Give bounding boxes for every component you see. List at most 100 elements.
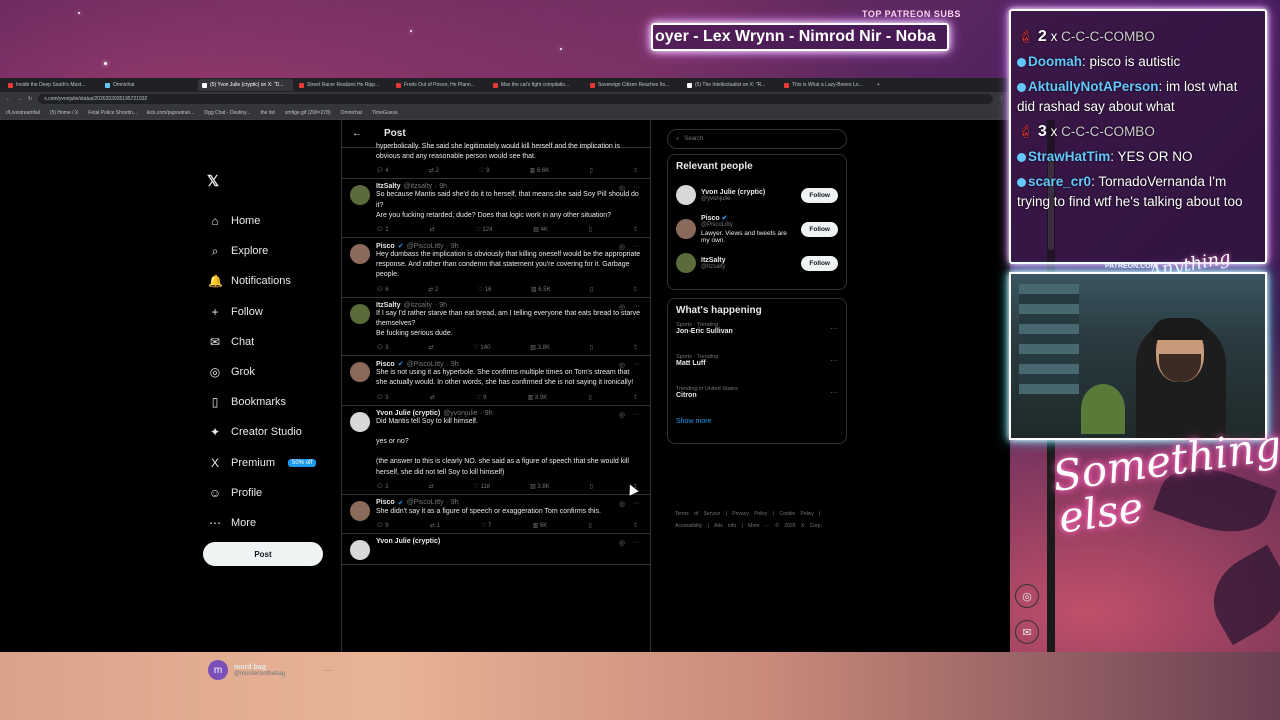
bookmark-item[interactable]: Dgg Chat - Destiny... bbox=[204, 110, 250, 116]
follow-button[interactable]: Follow bbox=[801, 255, 838, 271]
share-icon[interactable]: ⇪ bbox=[633, 167, 638, 174]
forward-icon[interactable]: → bbox=[17, 96, 22, 102]
tweet-action-views[interactable]: ▥ 3.8K bbox=[530, 483, 550, 490]
bookmark-icon[interactable]: ▯ bbox=[590, 483, 593, 490]
extensions-icon[interactable]: ⋮ bbox=[999, 96, 1004, 102]
back-icon[interactable]: ← bbox=[6, 96, 11, 102]
tweet-handle[interactable]: @yvonjulie bbox=[443, 410, 477, 417]
follow-button[interactable]: Follow bbox=[801, 221, 838, 237]
avatar[interactable] bbox=[350, 362, 370, 383]
tweet-action-reposts[interactable]: ⇄ 1 bbox=[430, 522, 440, 529]
tweet-action-replies[interactable]: 💬︎ 3 bbox=[376, 394, 389, 401]
tweet-handle[interactable]: @itzsalty bbox=[404, 302, 433, 309]
bookmark-icon[interactable]: ▯ bbox=[589, 226, 592, 233]
person-row[interactable]: ItzSalty @itzsalty Follow bbox=[676, 246, 838, 280]
more-dots-icon[interactable]: ··· bbox=[830, 324, 838, 333]
trend-item[interactable]: Trending in United States Citron ··· bbox=[676, 386, 838, 418]
grok-float-icon[interactable]: ◎ bbox=[1015, 584, 1039, 608]
tweet[interactable]: ◎ ··· Yvon Julie (cryptic) bbox=[342, 534, 650, 566]
tweet-handle[interactable]: @PiscoLitty bbox=[407, 361, 444, 368]
tweet-handle[interactable]: @itzsalty bbox=[404, 183, 433, 190]
tweet-author-name[interactable]: ItzSalty bbox=[376, 302, 401, 309]
avatar[interactable] bbox=[350, 500, 370, 521]
tweet-action-likes[interactable]: ♡ 124 bbox=[475, 226, 492, 233]
browser-tab-active[interactable]: (5) Yvon Julie (cryptic) on X: "D... bbox=[198, 79, 293, 91]
share-icon[interactable]: ⇪ bbox=[633, 286, 638, 293]
more-dots-icon[interactable]: ··· bbox=[830, 356, 838, 365]
tweet-time[interactable]: · 9h bbox=[447, 243, 459, 250]
avatar[interactable] bbox=[676, 219, 696, 239]
browser-tab[interactable]: Inside the Deep South's Most... bbox=[4, 79, 99, 91]
bookmark-item[interactable]: smfige.gif (299×278) bbox=[285, 110, 331, 116]
more-dots-icon[interactable]: ··· bbox=[633, 303, 640, 311]
sidebar-item-explore[interactable]: ⌕ Explore bbox=[208, 236, 316, 266]
tweet-action-views[interactable]: ▥ 3.9K bbox=[528, 394, 548, 401]
person-name[interactable]: Yvon Julie (cryptic) bbox=[701, 189, 796, 196]
tweet-time[interactable]: · 9h bbox=[435, 183, 447, 190]
browser-tab[interactable]: Freds Out of Prison, He Plann... bbox=[392, 79, 487, 91]
post-button[interactable]: Post bbox=[203, 542, 323, 566]
tweet-action-reposts[interactable]: ⇄ 2 bbox=[428, 286, 438, 293]
sidebar-item-follow[interactable]: + Follow bbox=[208, 297, 316, 327]
tweet[interactable]: ◎ ··· Pisco ✔ @PiscoLitty · 9h Hey dumbass the… bbox=[342, 238, 650, 298]
tweet[interactable]: ◎ ··· Pisco ✔ @PiscoLitty · 9h She is not usin… bbox=[342, 356, 650, 406]
bookmark-item[interactable]: kick.com/pupoutran... bbox=[147, 110, 195, 116]
sidebar-item-home[interactable]: ⌂ Home bbox=[208, 206, 316, 236]
tweet-action-replies[interactable]: 💬︎ 3 bbox=[376, 344, 389, 351]
tweet-action-replies[interactable]: 💬︎ 4 bbox=[376, 167, 389, 174]
tweet-action-views[interactable]: ▥ 6.5K bbox=[531, 286, 551, 293]
bookmark-icon[interactable]: ▯ bbox=[590, 286, 593, 293]
sidebar-item-creator-studio[interactable]: ✦ Creator Studio bbox=[208, 417, 316, 447]
bookmark-item[interactable]: Omnichat bbox=[341, 110, 362, 116]
search-input[interactable]: ⌕ Search bbox=[667, 129, 847, 149]
tweet-time[interactable]: · 9h bbox=[447, 499, 459, 506]
tweet-handle[interactable]: @PiscoLitty bbox=[407, 499, 444, 506]
more-dots-icon[interactable]: ··· bbox=[633, 243, 640, 251]
tweet-action-likes[interactable]: ♡ 140 bbox=[473, 344, 490, 351]
browser-tab[interactable]: Street Racer Realizes He Ripp... bbox=[295, 79, 390, 91]
tweet-action-reposts[interactable]: ⇄ bbox=[428, 344, 433, 351]
avatar[interactable] bbox=[350, 411, 370, 432]
tweet-action-likes[interactable]: ♡ 9 bbox=[476, 394, 486, 401]
sidebar-item-bookmarks[interactable]: ▯ Bookmarks bbox=[208, 387, 316, 417]
tweet-author-name[interactable]: ItzSalty bbox=[376, 183, 401, 190]
trend-item[interactable]: Sports · Trending Jon-Eric Sullivan ··· bbox=[676, 322, 838, 354]
more-dots-icon[interactable]: ··· bbox=[633, 500, 640, 508]
bookmark-icon[interactable]: ▯ bbox=[588, 394, 591, 401]
url-field[interactable]: x.com/yvonjulie/status/20262039351957219… bbox=[38, 94, 993, 104]
more-dots-icon[interactable]: ··· bbox=[830, 388, 838, 397]
tweet[interactable]: ◎ ··· ItzSalty @itzsalty · 9h So because Mant… bbox=[342, 179, 650, 239]
account-switcher[interactable]: m murd bag @murdersinthebag ··· bbox=[208, 660, 332, 680]
person-row[interactable]: Yvon Julie (cryptic) @yvonjulie Follow bbox=[676, 178, 838, 212]
sidebar-item-more[interactable]: ⋯ More bbox=[208, 508, 316, 538]
grok-icon[interactable]: ◎ bbox=[619, 539, 625, 547]
tweet-action-views[interactable]: ▥ 4K bbox=[533, 226, 548, 233]
tweet-action-likes[interactable]: ♡ 118 bbox=[474, 483, 491, 490]
tweet-author-name[interactable]: Pisco bbox=[376, 361, 395, 368]
grok-icon[interactable]: ◎ bbox=[619, 184, 625, 192]
bookmark-icon[interactable]: ▯ bbox=[590, 344, 593, 351]
sidebar-item-chat[interactable]: ✉ Chat bbox=[208, 327, 316, 357]
tweet-action-views[interactable]: ▥ 6K bbox=[533, 522, 548, 529]
avatar[interactable] bbox=[676, 185, 696, 205]
back-arrow-icon[interactable]: ← bbox=[352, 128, 362, 139]
tweet[interactable]: ◎ ··· ItzSalty @itzsalty · 9h If I say I'd ra… bbox=[342, 298, 650, 357]
grok-icon[interactable]: ◎ bbox=[619, 243, 625, 251]
reload-icon[interactable]: ↻ bbox=[28, 96, 32, 102]
browser-tab[interactable]: Max the cat's fight compilatio... bbox=[489, 79, 584, 91]
x-logo-icon[interactable]: 𝕏 bbox=[207, 172, 219, 190]
tweet[interactable]: ◎ ··· Pisco ✔ @PiscoLitty · 9h She didn't say … bbox=[342, 495, 650, 535]
tweet-action-views[interactable]: ▥ 6.6K bbox=[530, 167, 550, 174]
tweet-action-reposts[interactable]: ⇄ bbox=[429, 226, 434, 233]
bookmark-item[interactable]: Fetal Police Shootin... bbox=[88, 110, 137, 116]
tweet-author-name[interactable]: Pisco bbox=[376, 243, 395, 250]
avatar[interactable] bbox=[676, 253, 696, 273]
tweet-time[interactable]: · 9h bbox=[447, 361, 459, 368]
tweet-author-name[interactable]: Yvon Julie (cryptic) bbox=[376, 538, 440, 545]
tweet[interactable]: hyperbolically. She said she legitimatel… bbox=[342, 142, 650, 180]
tweet-author-name[interactable]: Yvon Julie (cryptic) bbox=[376, 410, 440, 417]
trend-item[interactable]: Sports · Trending Matt Luff ··· bbox=[676, 354, 838, 386]
tweet-action-replies[interactable]: 💬︎ 9 bbox=[376, 522, 389, 529]
tweet-action-likes[interactable]: ♡ 16 bbox=[478, 286, 492, 293]
browser-tab[interactable]: This is What a Lazy-Bones Lo... bbox=[780, 79, 875, 91]
